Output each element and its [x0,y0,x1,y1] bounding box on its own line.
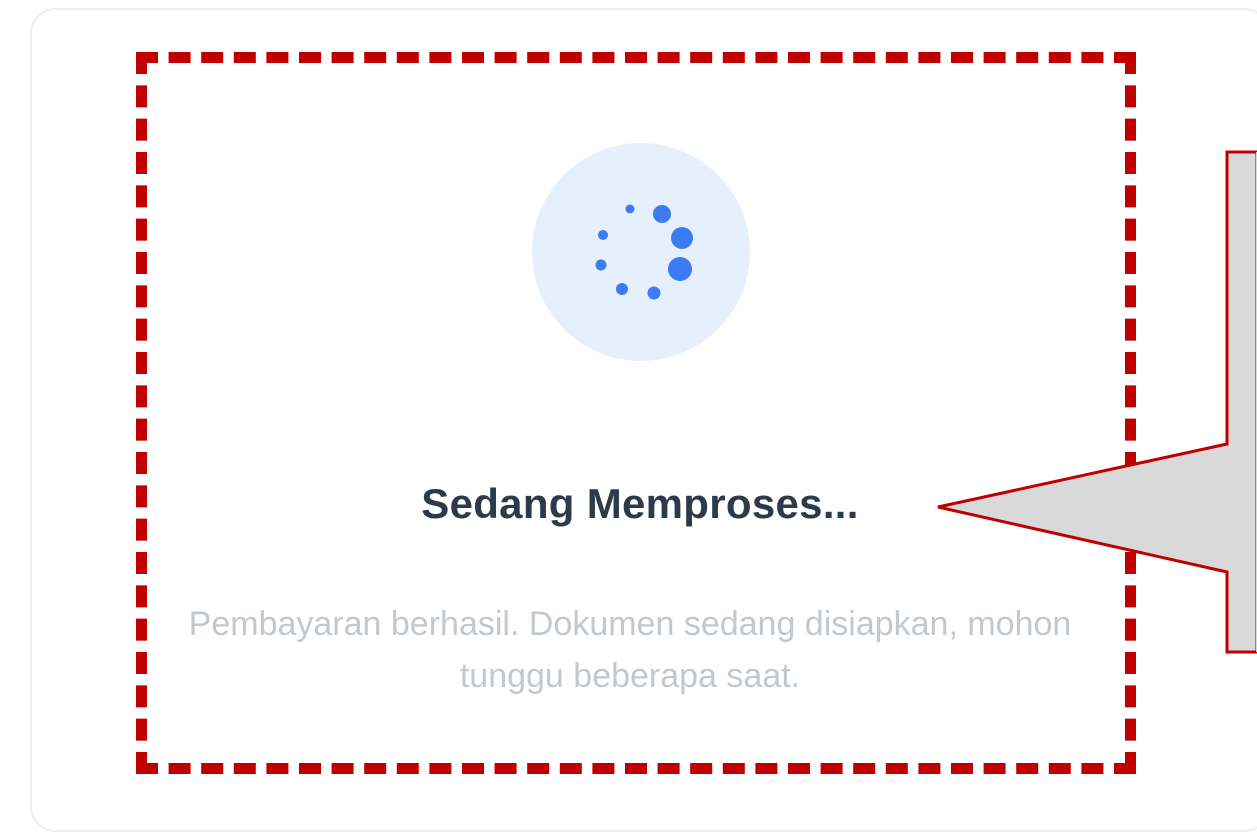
annotation-highlight-box [136,52,1136,774]
